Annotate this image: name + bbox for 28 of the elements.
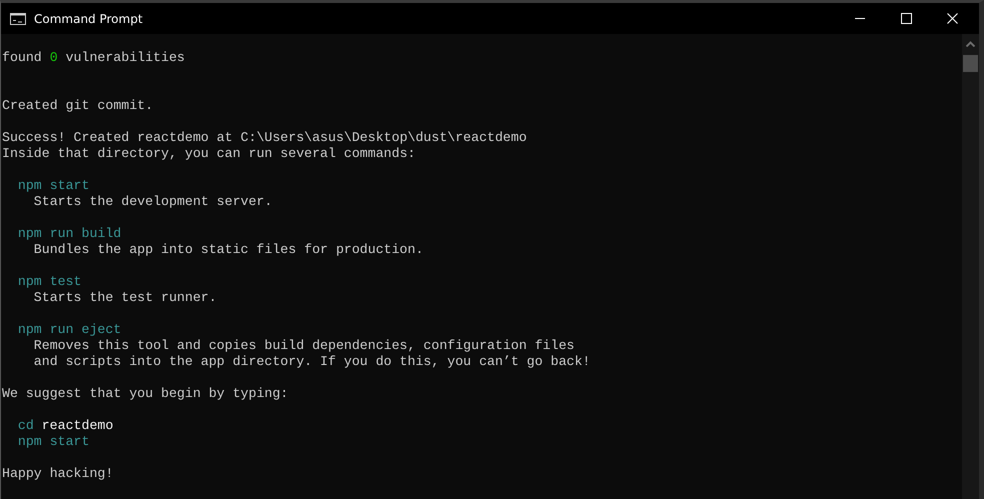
command-text: npm test — [18, 274, 82, 290]
console-text: We suggest that you begin by typing: — [2, 386, 288, 402]
console-text: Created git commit. — [2, 98, 154, 114]
description-text: Starts the development server. — [34, 194, 272, 210]
description-text: Removes this tool and copies build dependencies, configuration files — [34, 338, 574, 354]
command-text: npm start — [18, 178, 90, 194]
description-text: Starts the test runner. — [34, 290, 217, 306]
scroll-up-icon[interactable] — [966, 41, 975, 47]
console-text: Inside that directory, you can run several commands: — [2, 146, 416, 162]
console-text: Happy hacking! — [2, 466, 114, 482]
console-text: found — [2, 50, 42, 66]
command-text: reactdemo — [42, 418, 114, 434]
scrollbar[interactable] — [962, 34, 979, 499]
window-title: Command Prompt — [34, 10, 143, 28]
command-text: npm start — [18, 434, 90, 450]
command-text: npm run build — [18, 226, 122, 242]
command-text: npm run eject — [18, 322, 122, 338]
description-text: Bundles the app into static files for production. — [34, 242, 424, 258]
console-text: 0 — [50, 50, 58, 66]
description-text: and scripts into the app directory. If you do this, you can’t go back! — [34, 354, 590, 370]
close-icon[interactable] — [946, 13, 958, 24]
minimize-icon[interactable] — [854, 18, 866, 20]
scroll-thumb[interactable] — [963, 55, 978, 72]
console-text: vulnerabilities — [66, 50, 185, 66]
maximize-icon[interactable] — [900, 13, 912, 24]
console-app-icon — [10, 12, 26, 24]
console-text: Success! Created reactdemo at C:\Users\asus\Desktop\dust\reactdemo — [2, 130, 527, 146]
command-text: cd — [18, 418, 34, 434]
